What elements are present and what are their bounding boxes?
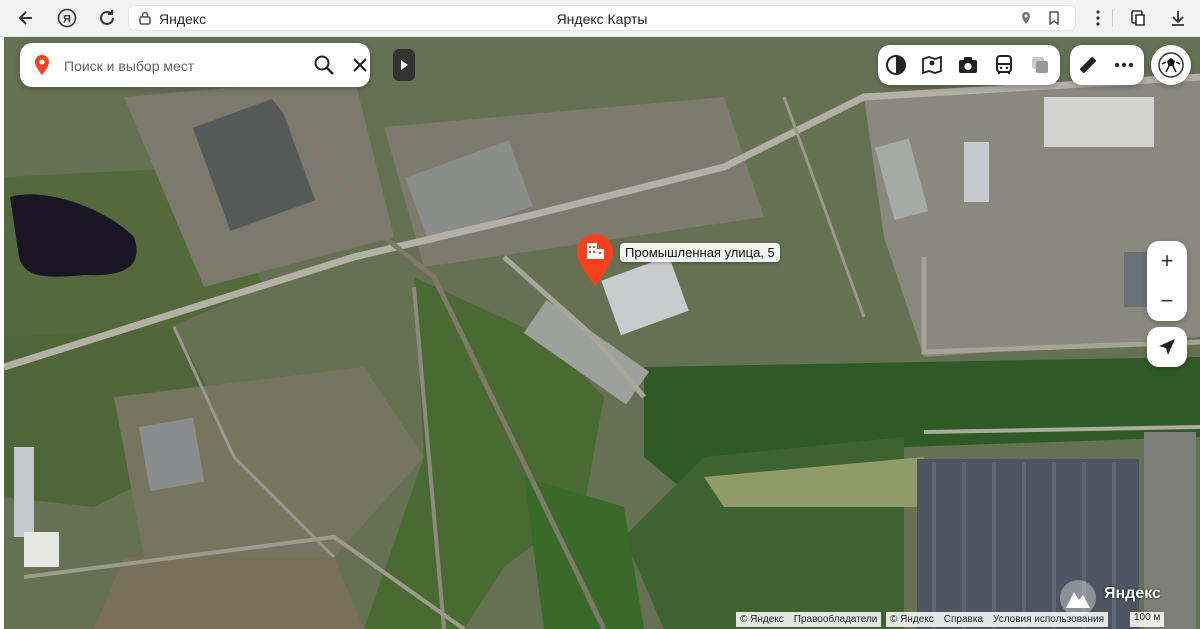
search-input[interactable] bbox=[62, 53, 296, 79]
downloads-icon[interactable] bbox=[1166, 6, 1190, 30]
toolbar-divider bbox=[1112, 9, 1113, 27]
satellite-imagery bbox=[4, 37, 1200, 629]
map-scale: 100 м bbox=[1130, 612, 1165, 627]
user-avatar-button[interactable] bbox=[1151, 45, 1191, 85]
copyright-text: © Яндекс bbox=[740, 614, 784, 625]
browser-toolbar: Я Яндекс Яндекс Карты bbox=[0, 0, 1200, 37]
chevron-right-icon bbox=[401, 60, 408, 70]
satellite-map[interactable] bbox=[4, 37, 1200, 629]
yandex-logo-icon[interactable]: Я bbox=[55, 6, 79, 30]
page-title: Яндекс Карты bbox=[556, 11, 648, 27]
scale-label: 100 м bbox=[1134, 612, 1161, 623]
help-link[interactable]: Справка bbox=[944, 614, 983, 625]
address-host: Яндекс bbox=[159, 11, 207, 27]
address-bar[interactable]: Яндекс Яндекс Карты bbox=[128, 5, 1076, 31]
yandex-logo: Яндекс bbox=[1104, 585, 1161, 603]
terms-link[interactable]: Условия использования bbox=[993, 614, 1104, 625]
ruler-icon[interactable] bbox=[1070, 47, 1106, 83]
panorama-icon[interactable] bbox=[914, 47, 950, 83]
svg-text:Я: Я bbox=[63, 14, 71, 26]
bookmark-icon[interactable] bbox=[1047, 11, 1061, 25]
back-icon[interactable] bbox=[14, 6, 38, 30]
place-marker[interactable] bbox=[575, 232, 615, 288]
traffic-icon[interactable] bbox=[878, 47, 914, 83]
close-icon[interactable] bbox=[350, 55, 370, 75]
zoom-in-button[interactable]: + bbox=[1147, 241, 1187, 281]
reader-mode-icon[interactable] bbox=[1127, 6, 1151, 30]
navigation-arrow-icon bbox=[1159, 339, 1175, 355]
more-vertical-icon[interactable] bbox=[1086, 6, 1110, 30]
rights-holders-link[interactable]: Правообладатели bbox=[794, 614, 878, 625]
attribution-right: © Яндекс Справка Условия использования bbox=[886, 612, 1109, 627]
zoom-control: + − bbox=[1147, 241, 1187, 321]
layer-toolbar bbox=[878, 45, 1060, 85]
zoom-out-button[interactable]: − bbox=[1147, 281, 1187, 321]
attribution-left: © Яндекс Правообладатели bbox=[736, 612, 882, 627]
transport-icon[interactable] bbox=[986, 47, 1022, 83]
lock-icon bbox=[139, 11, 151, 25]
yandex-logo-text: Яндекс bbox=[1104, 585, 1161, 602]
map-pin-icon bbox=[35, 55, 49, 75]
camera-icon[interactable] bbox=[950, 47, 986, 83]
reload-icon[interactable] bbox=[95, 6, 119, 30]
search-icon[interactable] bbox=[312, 53, 336, 77]
place-label[interactable]: Промышленная улица, 5 bbox=[620, 243, 780, 262]
more-icon[interactable] bbox=[1106, 47, 1142, 83]
avatar bbox=[1158, 52, 1184, 78]
search-panel bbox=[20, 43, 370, 87]
copyright-text-2: © Яндекс bbox=[890, 614, 934, 625]
my-location-button[interactable] bbox=[1147, 327, 1187, 367]
location-pin-icon[interactable] bbox=[1019, 11, 1033, 25]
layers-icon[interactable] bbox=[1022, 47, 1058, 83]
extra-toolbar bbox=[1070, 45, 1144, 85]
collapse-panel-button[interactable] bbox=[393, 49, 415, 81]
